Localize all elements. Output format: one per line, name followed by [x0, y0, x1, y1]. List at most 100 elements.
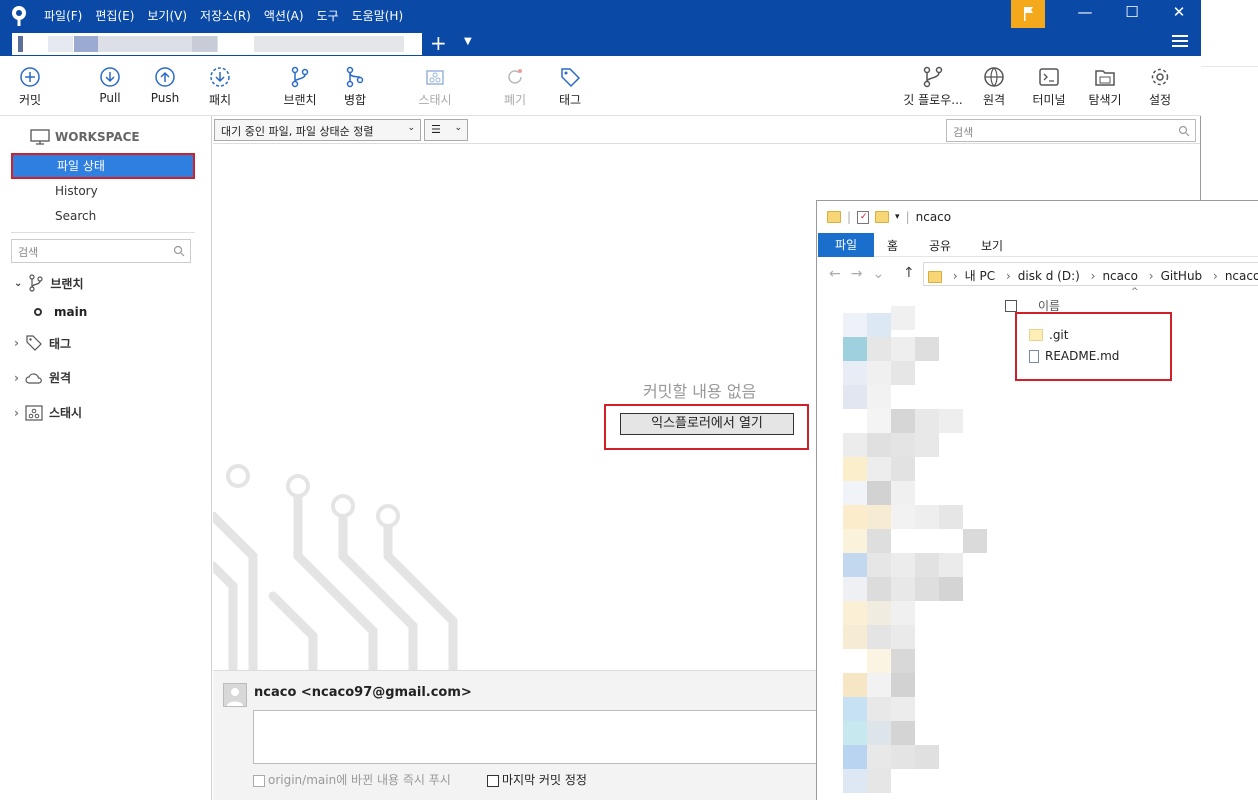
file-filter-value: 대기 중인 파일, 파일 상태순 정렬: [221, 125, 374, 138]
sidebar-search-input[interactable]: 검색: [11, 239, 191, 263]
sidebar: WORKSPACE 파일 상태 History Search 검색 ⌄ 브랜치 …: [0, 116, 212, 800]
flag-icon: [1024, 7, 1033, 21]
list-view-icon: ☰: [431, 123, 441, 136]
folder-icon: [928, 270, 942, 283]
menu-actions[interactable]: 액션(A): [264, 7, 304, 24]
patch-button[interactable]: 패치: [190, 66, 250, 108]
address-row: ←→⌄ ↑ › 내 PC › disk d (D:) › ncaco › GitHub …: [817, 261, 1258, 289]
patch-label: 패치: [208, 93, 232, 107]
pull-label: Pull: [99, 91, 121, 105]
sidebar-item-search[interactable]: Search: [11, 203, 195, 229]
properties-icon[interactable]: ✓: [857, 210, 870, 224]
discard-icon: [508, 69, 522, 84]
repository-tab[interactable]: [12, 33, 422, 55]
path-segment[interactable]: ncaco: [1102, 269, 1138, 283]
merge-button[interactable]: 병합: [325, 66, 385, 108]
stash-button[interactable]: 스태시: [405, 66, 465, 108]
commit-icon: [20, 67, 40, 87]
push-label: Push: [150, 91, 180, 105]
stash-icon: [25, 404, 43, 421]
maximize-button[interactable]: ☐: [1112, 3, 1152, 21]
branches-label: 브랜치: [50, 276, 84, 291]
branch-label: 브랜치: [283, 93, 317, 107]
new-folder-icon[interactable]: [875, 211, 890, 223]
file-name: .git: [1049, 328, 1069, 342]
push-immediately-label: origin/main에 바뀐 내용 즉시 푸시: [268, 773, 451, 787]
ribbon-tab-home[interactable]: 홈: [887, 237, 898, 254]
ribbon-tab-share[interactable]: 공유: [929, 237, 951, 254]
explorer-button[interactable]: 탐색기: [1075, 66, 1135, 108]
back-forward-icon[interactable]: ←→⌄: [829, 266, 894, 282]
tab-list-dropdown-icon[interactable]: ▼: [464, 36, 472, 47]
terminal-label: 터미널: [1032, 93, 1066, 107]
notification-flag-button[interactable]: [1011, 0, 1045, 28]
close-window-button[interactable]: ✕: [1159, 3, 1199, 21]
tags-label: 태그: [48, 336, 72, 351]
explorer-label: 탐색기: [1088, 93, 1122, 107]
terminal-button[interactable]: 터미널: [1019, 66, 1079, 108]
file-filter-select[interactable]: 대기 중인 파일, 파일 상태순 정렬 ⌄: [214, 119, 421, 141]
address-bar[interactable]: › 내 PC › disk d (D:) › ncaco › GitHub › ncaco: [923, 262, 1258, 286]
ribbon-tab-view[interactable]: 보기: [981, 237, 1003, 254]
patch-icon: [210, 67, 230, 87]
sidebar-section-remotes[interactable]: › 원격: [14, 369, 71, 386]
settings-button[interactable]: 설정: [1130, 66, 1190, 108]
path-segment[interactable]: disk d (D:): [1018, 269, 1080, 283]
menu-repository[interactable]: 저장소(R): [200, 7, 251, 24]
sidebar-section-tags[interactable]: › 태그: [14, 334, 71, 352]
branch-icon: [291, 66, 309, 88]
branch-name: main: [54, 305, 88, 319]
sidebar-section-stashes[interactable]: › 스태시: [14, 404, 82, 421]
menu-tools[interactable]: 도구: [317, 7, 339, 24]
file-name: README.md: [1045, 349, 1120, 363]
pull-button[interactable]: Pull: [80, 66, 140, 105]
path-segment[interactable]: 내 PC: [965, 269, 995, 283]
quick-access-dropdown-icon[interactable]: ▾: [895, 212, 900, 222]
tag-label: 태그: [558, 93, 582, 107]
discard-button[interactable]: 폐기: [485, 66, 545, 108]
ribbon-tab-file[interactable]: 파일: [818, 233, 874, 257]
remote-button[interactable]: 원격: [964, 66, 1024, 108]
branch-icon: [29, 274, 43, 292]
menu-edit[interactable]: 편집(E): [95, 7, 134, 24]
push-immediately-checkbox[interactable]: origin/main에 바뀐 내용 즉시 푸시: [253, 771, 451, 788]
folder-icon: [1029, 329, 1043, 341]
highlight-box: 익스플로러에서 열기: [604, 404, 809, 450]
workspace-label: WORKSPACE: [55, 130, 140, 144]
sidebar-item-file-status[interactable]: 파일 상태: [11, 153, 195, 179]
menu-file[interactable]: 파일(F): [44, 7, 82, 24]
chevron-right-icon: ›: [14, 336, 19, 350]
hamburger-menu-icon[interactable]: [1172, 35, 1188, 50]
sidebar-item-history[interactable]: History: [11, 178, 195, 204]
push-button[interactable]: Push: [135, 66, 195, 105]
stash-icon: [426, 70, 444, 85]
commit-button[interactable]: 커밋: [0, 66, 60, 108]
open-in-explorer-button[interactable]: 익스플로러에서 열기: [620, 413, 794, 435]
branch-button[interactable]: 브랜치: [270, 66, 330, 108]
amend-commit-checkbox[interactable]: 마지막 커밋 정정: [487, 771, 587, 788]
new-tab-button[interactable]: +: [430, 31, 447, 55]
chevron-down-icon: ⌄: [14, 277, 23, 289]
search-label: Search: [55, 209, 97, 223]
file-item-git[interactable]: .git: [1029, 328, 1068, 342]
sidebar-section-branches[interactable]: ⌄ 브랜치: [14, 274, 84, 292]
file-search-input[interactable]: 검색: [946, 119, 1196, 142]
up-arrow-icon[interactable]: ↑: [903, 265, 915, 281]
branch-item-main[interactable]: main: [34, 305, 87, 319]
select-all-checkbox[interactable]: [1005, 299, 1017, 312]
path-segment[interactable]: ncaco: [1225, 269, 1258, 283]
explorer-icon: [1095, 70, 1115, 86]
tag-icon: [26, 335, 42, 351]
avatar: [223, 683, 247, 707]
path-segment[interactable]: GitHub: [1161, 269, 1203, 283]
sort-ascending-icon: ^: [1131, 287, 1139, 297]
menu-view[interactable]: 보기(V): [147, 7, 187, 24]
tag-button[interactable]: 태그: [540, 66, 600, 108]
git-flow-button[interactable]: 깃 플로우...: [895, 66, 971, 108]
menu-help[interactable]: 도움말(H): [352, 7, 404, 24]
chevron-down-icon: ⌄: [454, 123, 462, 133]
minimize-button[interactable]: —: [1065, 3, 1105, 21]
file-item-readme[interactable]: README.md: [1029, 349, 1119, 363]
view-mode-select[interactable]: ☰ ⌄: [424, 119, 468, 141]
title-bar: 파일(F) 편집(E) 보기(V) 저장소(R) 액션(A) 도구 도움말(H)…: [0, 0, 1201, 56]
